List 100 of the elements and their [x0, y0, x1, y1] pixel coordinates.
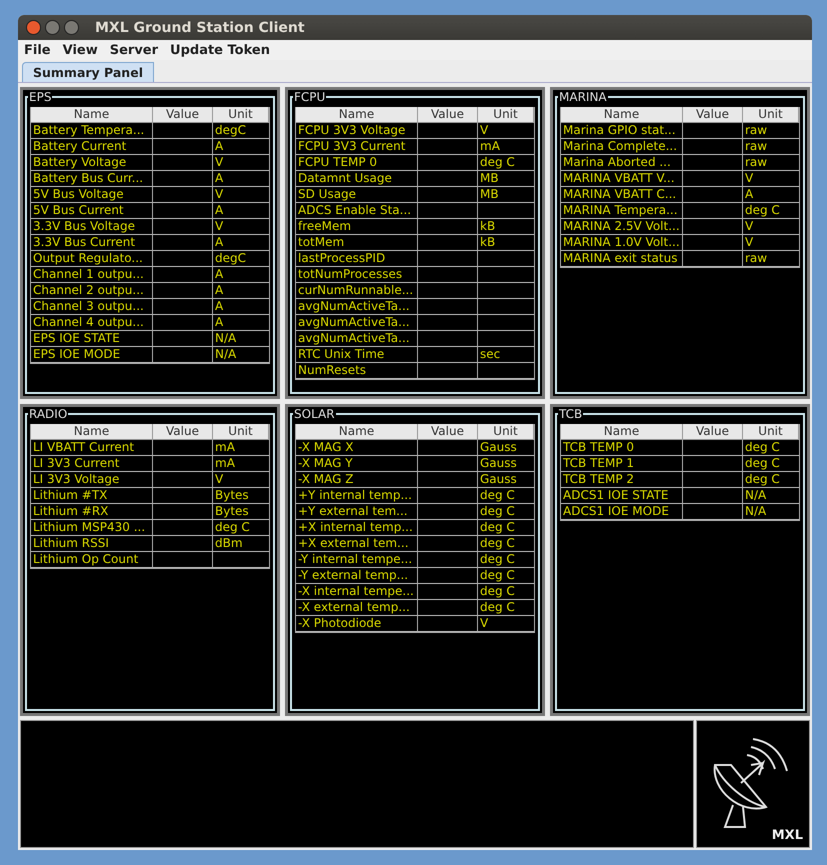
table-cell: Channel 2 outpu... [31, 283, 153, 299]
table-cell: -X MAG Y [296, 456, 418, 472]
table-cell [683, 203, 743, 219]
maximize-button[interactable] [64, 20, 79, 35]
table-cell: A [213, 203, 269, 219]
table-cell [418, 536, 478, 552]
table-cell: LI 3V3 Voltage [31, 472, 153, 488]
tab[interactable]: Summary Panel [22, 62, 154, 82]
table-cell: -X MAG Z [296, 472, 418, 488]
panel-title: FCPU [293, 90, 326, 104]
table-cell: totMem [296, 235, 418, 251]
table-cell: A [213, 267, 269, 283]
window-title: MXL Ground Station Client [95, 20, 305, 36]
menu-item[interactable]: View [62, 42, 98, 58]
menu-item[interactable]: Update Token [170, 42, 270, 58]
column-header[interactable]: Name [561, 424, 683, 440]
table-cell [153, 267, 213, 283]
table-cell: Battery Current [31, 139, 153, 155]
column-header[interactable]: Name [31, 107, 153, 123]
column-header[interactable]: Name [296, 424, 418, 440]
column-header[interactable]: Unit [478, 424, 534, 440]
column-header[interactable]: Value [418, 424, 478, 440]
table-cell [153, 139, 213, 155]
table-cell [153, 283, 213, 299]
table-cell [153, 155, 213, 171]
table-cell [153, 456, 213, 472]
table-cell: deg C [478, 488, 534, 504]
table-cell: -X Photodiode [296, 616, 418, 632]
table-cell: Battery Tempera... [31, 123, 153, 139]
minimize-button[interactable] [45, 20, 60, 35]
table-cell [683, 219, 743, 235]
table-cell: raw [743, 155, 799, 171]
column-header[interactable]: Unit [478, 107, 534, 123]
column-header[interactable]: Value [683, 424, 743, 440]
table-cell: Battery Voltage [31, 155, 153, 171]
menu-item[interactable]: File [24, 42, 51, 58]
column-header[interactable]: Name [31, 424, 153, 440]
table-cell [418, 203, 478, 219]
menu-item[interactable]: Server [110, 42, 158, 58]
table-cell [418, 267, 478, 283]
table-cell: RTC Unix Time [296, 347, 418, 363]
table-cell: Marina GPIO stat... [561, 123, 683, 139]
column-header[interactable]: Value [153, 107, 213, 123]
table-cell: V [478, 123, 534, 139]
table-cell [683, 123, 743, 139]
table-cell: +X internal temp... [296, 520, 418, 536]
column-header[interactable]: Value [153, 424, 213, 440]
column-header[interactable]: Unit [743, 107, 799, 123]
table-cell: Lithium #TX [31, 488, 153, 504]
column-header[interactable]: Unit [213, 107, 269, 123]
table-cell: -X MAG X [296, 440, 418, 456]
table-cell: -Y internal tempe... [296, 552, 418, 568]
table-cell [153, 251, 213, 267]
table-cell [153, 331, 213, 347]
table-cell: V [478, 616, 534, 632]
column-header[interactable]: Value [418, 107, 478, 123]
table-cell: +X external tem... [296, 536, 418, 552]
panel-title: SOLAR [293, 407, 336, 421]
table-cell: FCPU TEMP 0 [296, 155, 418, 171]
table-cell: curNumRunnable... [296, 283, 418, 299]
close-button[interactable] [26, 20, 41, 35]
table-cell: MARINA Tempera... [561, 203, 683, 219]
table-cell [153, 520, 213, 536]
column-header[interactable]: Name [561, 107, 683, 123]
table-cell: Gauss [478, 440, 534, 456]
column-header[interactable]: Name [296, 107, 418, 123]
column-header[interactable]: Value [683, 107, 743, 123]
table-cell: EPS IOE MODE [31, 347, 153, 363]
table-cell: Battery Bus Curr... [31, 171, 153, 187]
table-cell [153, 203, 213, 219]
table-cell: mA [478, 139, 534, 155]
table-cell: V [743, 235, 799, 251]
table-cell: deg C [478, 568, 534, 584]
table-cell: A [213, 315, 269, 331]
table-cell: V [213, 219, 269, 235]
table-cell [153, 536, 213, 552]
table-cell: kB [478, 219, 534, 235]
table-cell: 3.3V Bus Voltage [31, 219, 153, 235]
column-header[interactable]: Unit [743, 424, 799, 440]
table-cell [418, 235, 478, 251]
column-header[interactable]: Unit [213, 424, 269, 440]
table-cell: lastProcessPID [296, 251, 418, 267]
table-cell [418, 315, 478, 331]
table-cell: deg C [478, 504, 534, 520]
table-cell: TCB TEMP 0 [561, 440, 683, 456]
table-cell [418, 331, 478, 347]
table-cell: avgNumActiveTa... [296, 331, 418, 347]
table-cell [418, 488, 478, 504]
table-cell: EPS IOE STATE [31, 331, 153, 347]
table-cell [683, 155, 743, 171]
table-cell: A [213, 235, 269, 251]
table-cell: N/A [213, 331, 269, 347]
table-cell: Lithium RSSI [31, 536, 153, 552]
table-cell: raw [743, 251, 799, 267]
panel-title: RADIO [28, 407, 68, 421]
table-cell [153, 440, 213, 456]
table-cell: MARINA VBATT V... [561, 171, 683, 187]
table-cell [418, 155, 478, 171]
table-cell: TCB TEMP 1 [561, 456, 683, 472]
table-cell [418, 187, 478, 203]
